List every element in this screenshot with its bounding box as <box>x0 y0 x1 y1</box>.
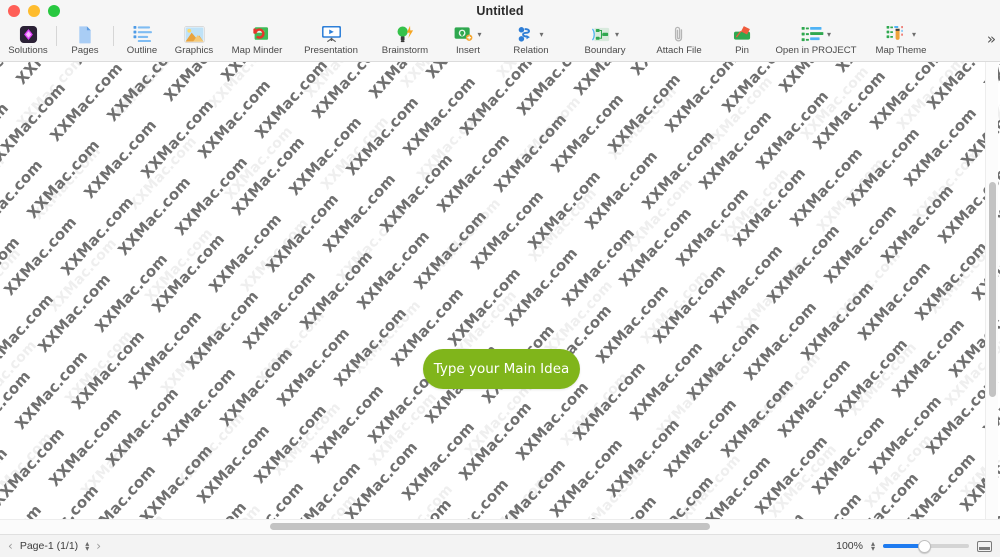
close-window-button[interactable] <box>8 5 20 17</box>
toolbar-label-attach-file: Attach File <box>656 45 702 56</box>
toolbar-label-boundary: Boundary <box>584 45 626 56</box>
toolbar-item-pages[interactable]: Pages <box>59 22 111 62</box>
brainstorm-icon <box>395 24 416 44</box>
chevron-down-icon[interactable]: ▾ <box>477 31 481 39</box>
zoom-stepper[interactable]: ▴ ▾ <box>871 540 875 553</box>
attach-file-icon <box>673 24 685 44</box>
previous-page-button[interactable]: ‹ <box>8 540 13 552</box>
graphics-icon <box>183 24 205 44</box>
boundary-icon: ▾ <box>591 24 619 44</box>
app-window: Untitled Solutions Pages Outline Graphic… <box>0 0 1000 557</box>
toolbar-label-map-minder: Map Minder <box>231 45 283 56</box>
maximize-window-button[interactable] <box>48 5 60 17</box>
mindmap-canvas-area[interactable]: XXMac.com XXMac.com XXMac.com XXMac.com XXMa… <box>0 62 1000 519</box>
toolbar-label-relation: Relation <box>513 45 549 56</box>
zoom-stepper-down[interactable]: ▾ <box>871 545 875 553</box>
page-stepper-down[interactable]: ▾ <box>85 545 89 553</box>
toolbar-label-presentation: Presentation <box>304 45 358 56</box>
map-theme-icon: ▾ <box>886 24 916 44</box>
mindmap-canvas[interactable]: XXMac.com XXMac.com XXMac.com XXMac.com XXMa… <box>0 62 1000 519</box>
toolbar-item-attach-file[interactable]: Attach File <box>642 22 716 62</box>
pin-icon <box>732 24 753 44</box>
next-page-button[interactable]: › <box>96 540 101 552</box>
window-title: Untitled <box>476 4 524 18</box>
toolbar-item-brainstorm[interactable]: Brainstorm <box>368 22 442 62</box>
relation-icon: ▾ <box>518 24 544 44</box>
chevron-down-icon[interactable]: ▾ <box>912 31 916 39</box>
toolbar-label-insert: Insert <box>456 45 480 56</box>
zoom-controls-group: 100% ▴ ▾ <box>836 539 992 553</box>
main-idea-node[interactable]: Type your Main Idea <box>423 349 580 389</box>
toolbar-label-pages: Pages <box>71 45 99 56</box>
page-indicator-label: Page-1 (1/1) <box>19 540 79 552</box>
toolbar-label-brainstorm: Brainstorm <box>381 45 429 56</box>
pages-icon <box>76 24 94 44</box>
map-minder-icon <box>245 24 269 44</box>
open-in-project-icon: ▾ <box>801 24 831 44</box>
toolbar-item-outline[interactable]: Outline <box>116 22 168 62</box>
toolbar-separator <box>113 26 114 46</box>
watermark-layer: XXMac.com XXMac.com XXMac.com XXMac.com XXMa… <box>0 62 1000 519</box>
chevron-down-icon[interactable]: ▾ <box>539 31 543 39</box>
toolbar-label-map-theme: Map Theme <box>875 45 927 56</box>
toolbar-item-graphics[interactable]: Graphics <box>168 22 220 62</box>
zoom-level-label: 100% <box>836 540 863 552</box>
insert-icon: ▾ <box>454 24 482 44</box>
toolbar-label-open-in-project: Open in PROJECT <box>775 45 857 56</box>
status-bar: ‹ Page-1 (1/1) ▴ ▾ › 100% ▴ ▾ <box>0 534 1000 557</box>
watermark-layer-faint: XXMac.com XXMac.com XXMac.com XXMac.com XXMa… <box>0 62 1000 519</box>
vertical-scrollbar[interactable] <box>985 62 998 519</box>
solutions-icon <box>19 24 38 44</box>
toolbar-item-boundary[interactable]: ▾ Boundary <box>568 22 642 62</box>
zoom-slider[interactable] <box>883 539 969 553</box>
toolbar-item-insert[interactable]: ▾ Insert <box>442 22 494 62</box>
toolbar-item-relation[interactable]: ▾ Relation <box>494 22 568 62</box>
traffic-light-group <box>8 0 60 22</box>
chevron-down-icon[interactable]: ▾ <box>827 31 831 39</box>
toolbar-label-graphics: Graphics <box>174 45 214 56</box>
zoom-slider-knob[interactable] <box>918 539 932 553</box>
page-navigation-group: ‹ Page-1 (1/1) ▴ ▾ › <box>8 540 101 553</box>
main-idea-node-label: Type your Main Idea <box>433 361 570 377</box>
toolbar-label-solutions: Solutions <box>8 45 48 56</box>
toolbar-label-pin: Pin <box>735 45 749 56</box>
vertical-scrollbar-thumb[interactable] <box>989 182 996 397</box>
toolbar-item-solutions[interactable]: Solutions <box>2 22 54 62</box>
fit-to-window-icon[interactable] <box>977 540 992 552</box>
outline-icon <box>133 24 152 44</box>
toolbar: Solutions Pages Outline Graphics Map Min… <box>0 22 1000 62</box>
minimize-window-button[interactable] <box>28 5 40 17</box>
page-stepper[interactable]: ▴ ▾ <box>85 540 89 553</box>
toolbar-item-pin[interactable]: Pin <box>716 22 768 62</box>
chevron-down-icon[interactable]: ▾ <box>615 31 619 39</box>
toolbar-item-open-in-project[interactable]: ▾ Open in PROJECT <box>768 22 864 62</box>
toolbar-item-map-theme[interactable]: ▾ Map Theme <box>864 22 938 62</box>
toolbar-item-presentation[interactable]: Presentation <box>294 22 368 62</box>
horizontal-scrollbar-thumb[interactable] <box>270 523 710 530</box>
toolbar-overflow-button[interactable]: » <box>987 30 996 48</box>
presentation-icon <box>321 24 342 44</box>
horizontal-scrollbar[interactable] <box>0 519 1000 534</box>
toolbar-item-map-minder[interactable]: Map Minder <box>220 22 294 62</box>
title-bar: Untitled <box>0 0 1000 22</box>
toolbar-label-outline: Outline <box>126 45 158 56</box>
toolbar-separator <box>56 26 57 46</box>
